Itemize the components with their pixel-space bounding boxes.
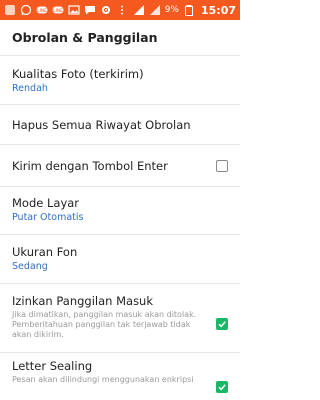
setting-title: Kirim dengan Tombol Enter (12, 158, 168, 173)
settings-icon (100, 4, 112, 16)
checkmark-icon (218, 384, 226, 391)
setting-title: Mode Layar (12, 196, 80, 210)
letter-sealing-setting[interactable]: Letter Sealing Pesan akan dilindungi men… (0, 353, 240, 393)
setting-description: Pesan akan dilindungi menggunakan enkrip… (12, 375, 194, 384)
setting-description: Jika dimatikan, panggilan masuk akan dit… (12, 310, 197, 339)
line-chat-icon: LINE (52, 4, 64, 16)
send-enter-setting[interactable]: Kirim dengan Tombol Enter (0, 145, 240, 187)
letter-sealing-checkbox[interactable] (216, 381, 228, 393)
page-title: Obrolan & Panggilan (12, 30, 158, 45)
setting-value: Putar Otomatis (12, 212, 84, 223)
app-bar: Obrolan & Panggilan (0, 20, 240, 56)
image-icon (68, 4, 80, 16)
svg-text:LINE: LINE (37, 8, 47, 14)
notification-icons: LINE LINE (4, 4, 128, 16)
signal-2-icon (149, 4, 161, 16)
battery-icon (183, 4, 195, 16)
menu-more-icon (116, 4, 128, 16)
font-size-setting[interactable]: Ukuran Fon Sedang (0, 235, 240, 284)
clear-history-setting[interactable]: Hapus Semua Riwayat Obrolan (0, 105, 240, 145)
svg-text:LINE: LINE (53, 8, 63, 14)
setting-title: Ukuran Fon (12, 245, 78, 259)
setting-title: Letter Sealing (12, 359, 93, 373)
battery-percent: 9% (164, 5, 179, 15)
whatsapp-icon (20, 4, 32, 16)
send-enter-checkbox[interactable] (216, 160, 228, 172)
checkmark-icon (218, 321, 226, 328)
setting-title: Hapus Semua Riwayat Obrolan (12, 117, 191, 132)
message-icon (84, 4, 96, 16)
setting-value: Rendah (12, 83, 48, 94)
setting-value: Sedang (12, 261, 48, 272)
status-bar: LINE LINE 9% 15:07 (0, 0, 240, 20)
clock: 15:07 (200, 3, 236, 17)
allow-calls-setting[interactable]: Izinkan Panggilan Masuk Jika dimatikan, … (0, 284, 240, 353)
signal-icon (133, 4, 145, 16)
system-status: 9% 15:07 (133, 4, 236, 17)
screen-mode-setting[interactable]: Mode Layar Putar Otomatis (0, 187, 240, 235)
allow-calls-checkbox[interactable] (216, 318, 228, 330)
settings-list: Kualitas Foto (terkirim) Rendah Hapus Se… (0, 57, 240, 393)
photo-quality-setting[interactable]: Kualitas Foto (terkirim) Rendah (0, 57, 240, 105)
setting-title: Izinkan Panggilan Masuk (12, 294, 154, 308)
line-icon: LINE (36, 4, 48, 16)
orange-square-icon (4, 4, 16, 16)
setting-title: Kualitas Foto (terkirim) (12, 67, 144, 81)
